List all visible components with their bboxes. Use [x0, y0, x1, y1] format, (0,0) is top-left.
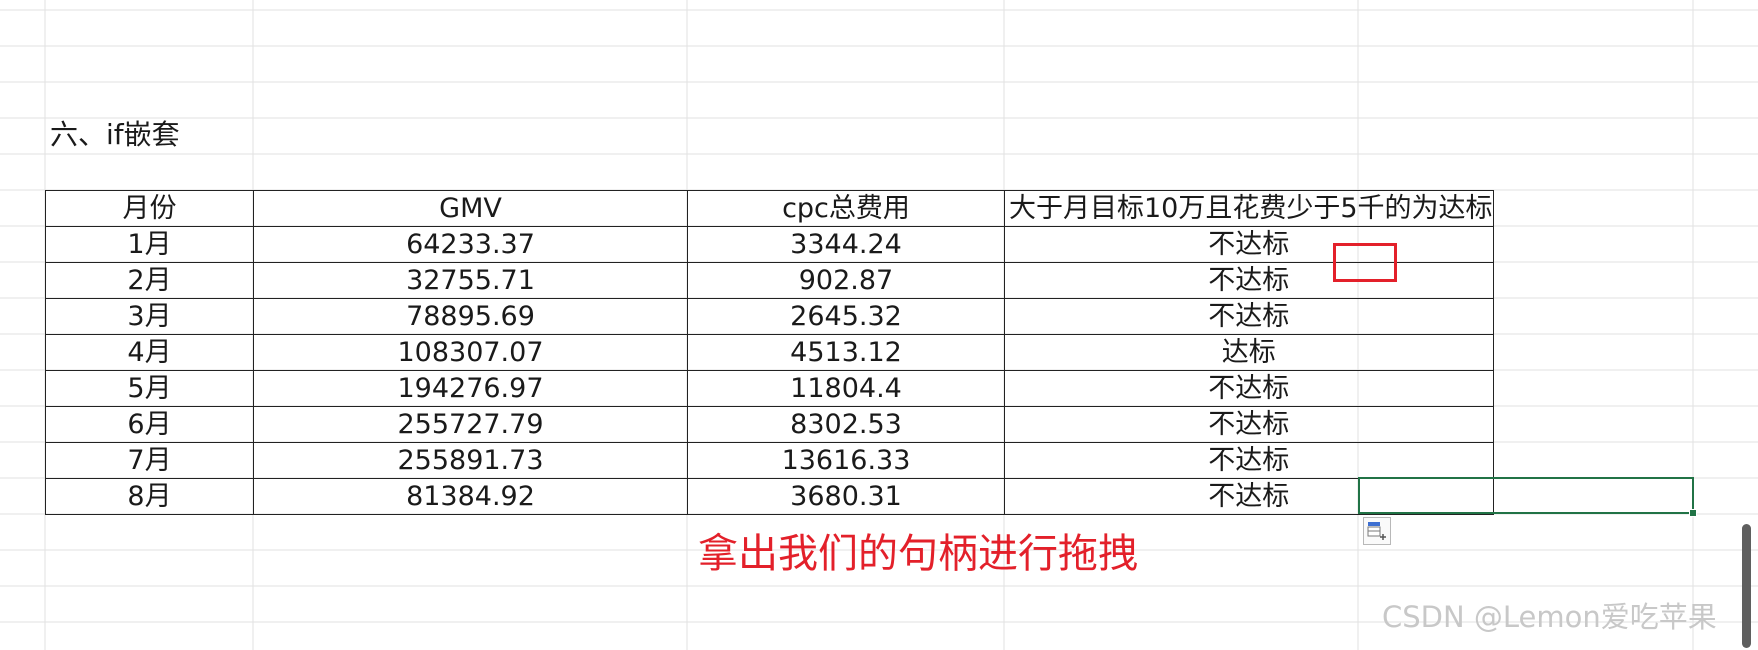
cell-month[interactable]: 4月 — [45, 334, 254, 371]
cell-gmv[interactable]: 32755.71 — [253, 262, 688, 299]
header-target-status[interactable]: 大于月目标10万且花费少于5千的为达标 — [1004, 190, 1494, 227]
watermark: CSDN @Lemon爱吃苹果 — [1382, 600, 1717, 634]
table-row: 6月 255727.79 8302.53 不达标 — [45, 406, 1494, 443]
cell-gmv[interactable]: 255727.79 — [253, 406, 688, 443]
table-row: 8月 81384.92 3680.31 不达标 — [45, 478, 1494, 515]
table-row: 4月 108307.07 4513.12 达标 — [45, 334, 1494, 371]
cell-gmv[interactable]: 194276.97 — [253, 370, 688, 407]
cell-month[interactable]: 1月 — [45, 226, 254, 263]
cell-status[interactable]: 不达标 — [1004, 226, 1494, 263]
table-row: 7月 255891.73 13616.33 不达标 — [45, 442, 1494, 479]
header-cpc-cost[interactable]: cpc总费用 — [687, 190, 1005, 227]
cell-cpc-cost[interactable]: 2645.32 — [687, 298, 1005, 335]
highlight-box — [1333, 243, 1397, 282]
section-title: 六、if嵌套 — [50, 118, 180, 151]
table-row: 3月 78895.69 2645.32 不达标 — [45, 298, 1494, 335]
header-gmv[interactable]: GMV — [253, 190, 688, 227]
autofill-options-button[interactable] — [1363, 517, 1391, 545]
cell-status[interactable]: 不达标 — [1004, 406, 1494, 443]
cell-gmv[interactable]: 64233.37 — [253, 226, 688, 263]
fill-handle[interactable] — [1689, 509, 1697, 517]
cell-cpc-cost[interactable]: 902.87 — [687, 262, 1005, 299]
cell-month[interactable]: 5月 — [45, 370, 254, 407]
cell-status[interactable]: 达标 — [1004, 334, 1494, 371]
data-table: 月份 GMV cpc总费用 大于月目标10万且花费少于5千的为达标 1月 642… — [45, 190, 1494, 515]
annotation-text: 拿出我们的句柄进行拖拽 — [698, 531, 1138, 577]
cell-status[interactable]: 不达标 — [1004, 262, 1494, 299]
table-header-row: 月份 GMV cpc总费用 大于月目标10万且花费少于5千的为达标 — [45, 190, 1494, 227]
selected-cell[interactable] — [1358, 477, 1694, 514]
cell-gmv[interactable]: 81384.92 — [253, 478, 688, 515]
cell-cpc-cost[interactable]: 8302.53 — [687, 406, 1005, 443]
vertical-scrollbar[interactable] — [1742, 524, 1751, 648]
cell-gmv[interactable]: 108307.07 — [253, 334, 688, 371]
table-row: 5月 194276.97 11804.4 不达标 — [45, 370, 1494, 407]
cell-month[interactable]: 7月 — [45, 442, 254, 479]
cell-cpc-cost[interactable]: 3680.31 — [687, 478, 1005, 515]
cell-cpc-cost[interactable]: 3344.24 — [687, 226, 1005, 263]
autofill-options-icon — [1367, 522, 1386, 540]
cell-cpc-cost[interactable]: 13616.33 — [687, 442, 1005, 479]
cell-cpc-cost[interactable]: 11804.4 — [687, 370, 1005, 407]
cell-gmv[interactable]: 255891.73 — [253, 442, 688, 479]
cell-status[interactable]: 不达标 — [1004, 370, 1494, 407]
cell-month[interactable]: 8月 — [45, 478, 254, 515]
header-month[interactable]: 月份 — [45, 190, 254, 227]
cell-status[interactable]: 不达标 — [1004, 442, 1494, 479]
cell-month[interactable]: 3月 — [45, 298, 254, 335]
cell-gmv[interactable]: 78895.69 — [253, 298, 688, 335]
cell-status[interactable]: 不达标 — [1004, 298, 1494, 335]
cell-month[interactable]: 6月 — [45, 406, 254, 443]
cell-cpc-cost[interactable]: 4513.12 — [687, 334, 1005, 371]
cell-month[interactable]: 2月 — [45, 262, 254, 299]
table-row: 2月 32755.71 902.87 不达标 — [45, 262, 1494, 299]
table-row: 1月 64233.37 3344.24 不达标 — [45, 226, 1494, 263]
